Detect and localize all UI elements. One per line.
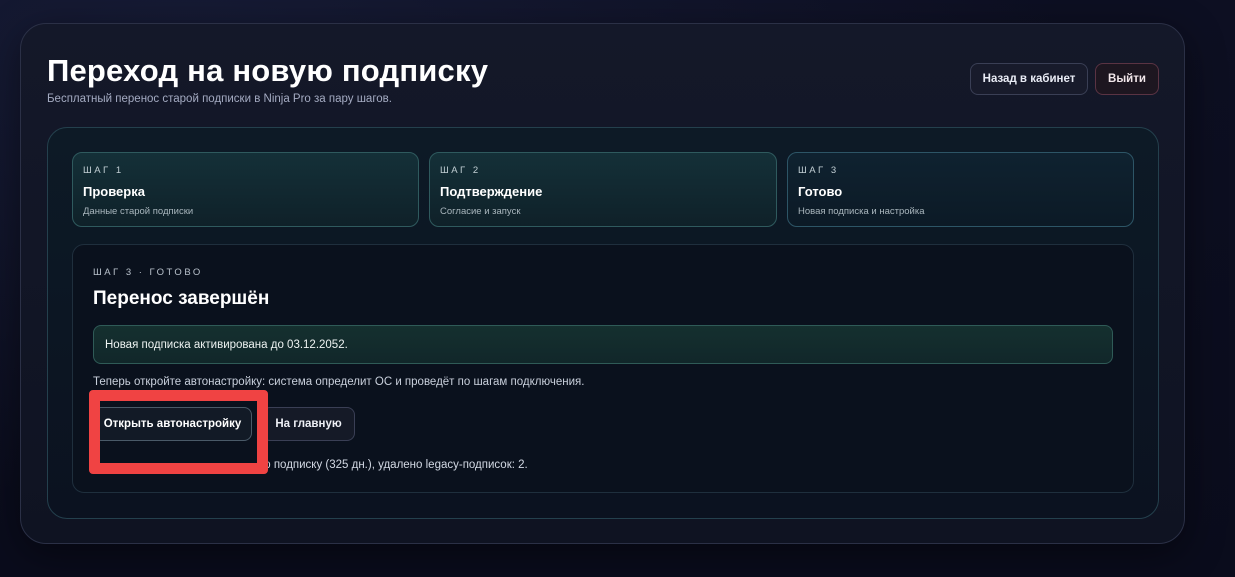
page-subtitle: Бесплатный перенос старой подписки в Nin… — [47, 93, 392, 105]
section-title: Перенос завершён — [93, 288, 270, 309]
step-title: Подтверждение — [440, 184, 543, 199]
step-description: Согласие и запуск — [440, 206, 521, 217]
step-breadcrumb: ШАГ 3 · ГОТОВО — [93, 267, 203, 278]
step-3-card: ШАГ 3 Готово Новая подписка и настройка — [787, 152, 1134, 227]
step-number: ШАГ 2 — [440, 165, 481, 176]
step-description: Данные старой подписки — [83, 206, 194, 217]
page-title: Переход на новую подписку — [47, 53, 489, 88]
step-number: ШАГ 3 — [798, 165, 839, 176]
step-2-card: ШАГ 2 Подтверждение Согласие и запуск — [429, 152, 777, 227]
back-to-cabinet-button[interactable]: Назад в кабинет — [970, 63, 1088, 95]
migration-result-text: ю подписку (325 дн.), удалено legacy-под… — [262, 459, 528, 471]
open-autosetup-button[interactable]: Открыть автонастройку — [93, 407, 252, 441]
go-home-button[interactable]: На главную — [262, 407, 355, 441]
instruction-text: Теперь откройте автонастройку: система о… — [93, 376, 585, 388]
success-notice-text: Новая подписка активирована до 03.12.205… — [105, 338, 348, 351]
result-section — [72, 244, 1134, 493]
step-number: ШАГ 1 — [83, 165, 124, 176]
step-description: Новая подписка и настройка — [798, 206, 925, 217]
step-title: Проверка — [83, 184, 145, 199]
step-title: Готово — [798, 184, 843, 199]
logout-button[interactable]: Выйти — [1095, 63, 1159, 95]
success-notice: Новая подписка активирована до 03.12.205… — [93, 325, 1113, 364]
step-1-card: ШАГ 1 Проверка Данные старой подписки — [72, 152, 419, 227]
